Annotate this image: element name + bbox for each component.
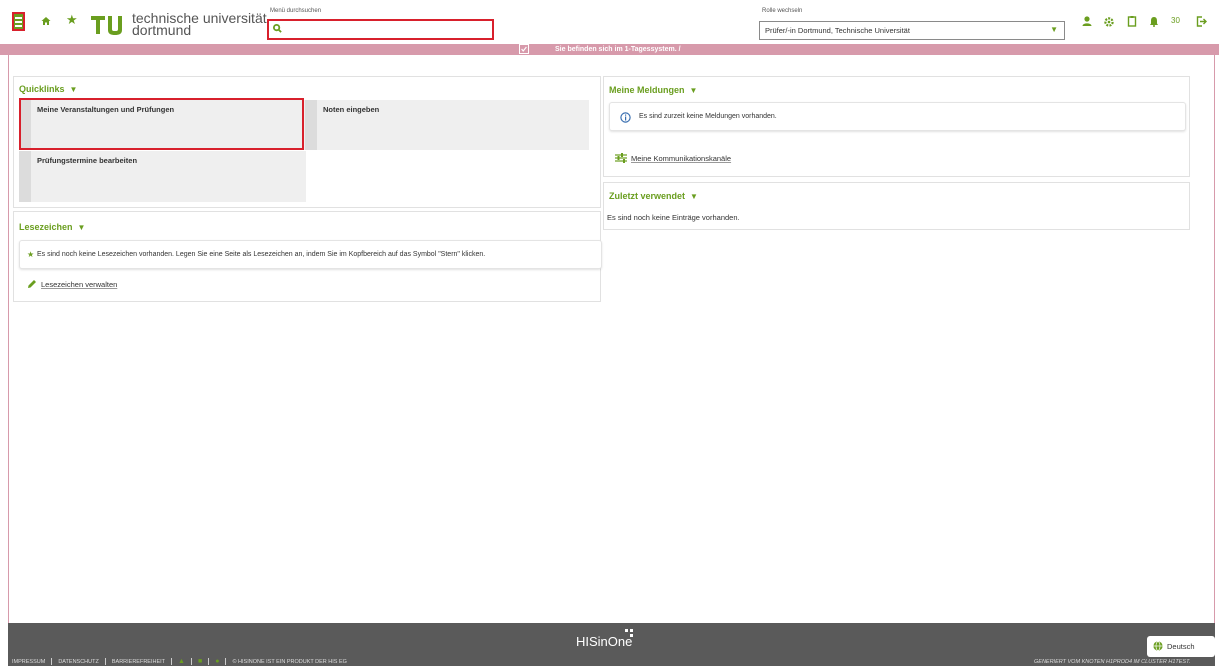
chevron-down-icon: ▼ xyxy=(690,192,698,201)
quicklinks-title-text: Quicklinks xyxy=(19,84,65,94)
home-icon[interactable] xyxy=(41,16,51,28)
messages-panel: Meine Meldungen ▼ Es sind zurzeit keine M… xyxy=(603,76,1190,177)
footer-links: IMPRESSUM DATENSCHUTZ BARRIEREFREIHEIT ▲ ■ ● ©… xyxy=(12,658,347,666)
clipboard-icon[interactable] xyxy=(1127,14,1137,28)
frame-border-left xyxy=(8,55,9,623)
role-select-value: Prüfer/-in Dortmund, Technische Universi… xyxy=(765,26,910,35)
checkbox-icon xyxy=(519,44,529,54)
highlight-box xyxy=(19,98,304,150)
notification-count[interactable]: 30 xyxy=(1171,16,1180,25)
footer-home-icon[interactable]: ▲ xyxy=(178,658,185,666)
frame-border-right xyxy=(1214,55,1215,623)
language-button[interactable]: Deutsch xyxy=(1147,636,1215,657)
role-select[interactable]: Prüfer/-in Dortmund, Technische Universi… xyxy=(759,21,1065,40)
accessibility-link[interactable]: BARRIEREFREIHEIT xyxy=(112,659,165,665)
system-banner-text: Sie befinden sich im 1-Tagessystem. / xyxy=(555,46,681,53)
bookmarks-title[interactable]: Lesezeichen ▼ xyxy=(19,222,85,232)
bookmarks-title-text: Lesezeichen xyxy=(19,222,73,232)
menu-icon[interactable] xyxy=(12,12,25,31)
page-header: ★ technische universität dortmund Menü d… xyxy=(0,0,1219,44)
quicklink-label: Prüfungstermine bearbeiten xyxy=(37,156,138,165)
page-footer: HISinOne Deutsch IMPRESSUM DATENSCHUTZ BAR… xyxy=(8,623,1215,666)
language-label: Deutsch xyxy=(1167,642,1195,651)
messages-title[interactable]: Meine Meldungen ▼ xyxy=(609,85,697,95)
chevron-down-icon: ▼ xyxy=(689,86,698,95)
footer-bookmark-icon[interactable]: ■ xyxy=(198,658,202,666)
bookmarks-empty-text: Es sind noch keine Lesezeichen vorhanden… xyxy=(37,251,486,258)
bookmarks-panel: Lesezeichen ▼ ★ Es sind noch keine Leseze… xyxy=(13,211,602,302)
sliders-icon xyxy=(615,153,627,163)
copyright-text[interactable]: © HISINONE IST EIN PRODUKT DER HIS EG xyxy=(232,659,346,665)
footer-brand-text: HISinOne xyxy=(576,634,633,649)
globe-icon xyxy=(1153,641,1163,651)
recent-title[interactable]: Zuletzt verwendet ▼ xyxy=(609,191,698,201)
brand-dots-icon xyxy=(625,629,633,637)
manage-bookmarks-link[interactable]: Lesezeichen verwalten xyxy=(41,280,117,289)
bell-icon[interactable] xyxy=(1149,14,1159,28)
messages-title-text: Meine Meldungen xyxy=(609,85,685,95)
quicklink-tile[interactable]: Prüfungstermine bearbeiten xyxy=(19,151,306,202)
chevron-down-icon: ▼ xyxy=(69,85,78,94)
footer-separator xyxy=(171,658,173,666)
imprint-link[interactable]: IMPRESSUM xyxy=(12,659,45,665)
quicklink-tile[interactable]: Noten eingeben xyxy=(305,100,589,150)
recent-empty-text: Es sind noch keine Einträge vorhanden. xyxy=(607,213,740,222)
tu-logo-icon xyxy=(91,16,122,35)
footer-user-icon[interactable]: ● xyxy=(215,658,219,666)
recent-panel: Zuletzt verwendet ▼ Es sind noch keine Ei… xyxy=(603,182,1190,230)
star-icon[interactable]: ★ xyxy=(66,13,78,26)
server-node-info: GENERIERT VOM KNOTEN H1PROD4 IM CLUSTER … xyxy=(1034,659,1191,665)
star-icon: ★ xyxy=(27,250,35,259)
footer-separator xyxy=(208,658,210,666)
footer-separator xyxy=(104,658,106,666)
recent-title-text: Zuletzt verwendet xyxy=(609,191,686,201)
chevron-down-icon: ▼ xyxy=(77,223,86,232)
system-banner: Sie befinden sich im 1-Tagessystem. / xyxy=(0,44,1219,55)
search-label: Menü durchsuchen xyxy=(270,8,322,14)
footer-separator xyxy=(51,658,53,666)
logout-icon[interactable] xyxy=(1196,14,1208,28)
logo-text-line2: dortmund xyxy=(132,22,192,38)
pencil-icon xyxy=(28,280,36,288)
search-icon xyxy=(273,24,282,33)
search-input[interactable] xyxy=(267,19,494,40)
messages-empty-box: Es sind zurzeit keine Meldungen vorhande… xyxy=(609,102,1186,131)
privacy-link[interactable]: DATENSCHUTZ xyxy=(58,659,99,665)
footer-separator xyxy=(190,658,192,666)
user-icon[interactable] xyxy=(1082,14,1092,28)
university-logo[interactable]: technische universität dortmund xyxy=(89,10,267,38)
role-label: Rolle wechseln xyxy=(762,8,803,14)
communication-channels-link[interactable]: Meine Kommunikationskanäle xyxy=(631,154,731,163)
bookmarks-empty-box: ★ Es sind noch keine Lesezeichen vorhand… xyxy=(19,240,602,269)
quicklinks-title[interactable]: Quicklinks ▼ xyxy=(19,84,77,94)
quicklink-label: Noten eingeben xyxy=(323,105,380,114)
gear-icon[interactable] xyxy=(1104,14,1114,28)
footer-brand-logo[interactable]: HISinOne xyxy=(576,629,633,649)
info-icon xyxy=(620,112,631,123)
chevron-down-icon: ▼ xyxy=(1050,25,1058,34)
quicklinks-panel: Quicklinks ▼ Meine Veranstaltungen und Pr… xyxy=(13,76,601,208)
messages-empty-text: Es sind zurzeit keine Meldungen vorhande… xyxy=(639,113,777,120)
footer-separator xyxy=(225,658,227,666)
